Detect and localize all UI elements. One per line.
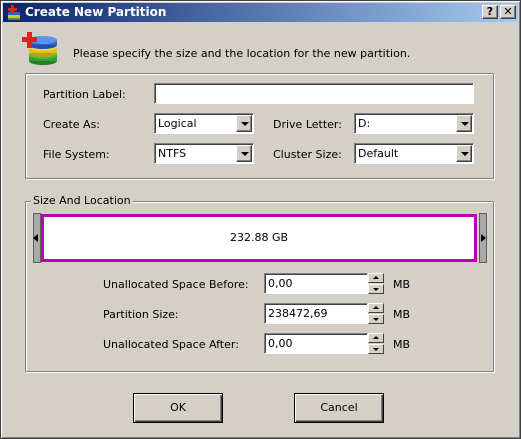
unallocated-before-input[interactable]: 0,00 (264, 273, 368, 294)
create-as-value: Logical (158, 117, 197, 130)
chevron-down-icon[interactable] (236, 115, 252, 132)
partition-size-label: Partition Size: (103, 308, 179, 321)
drive-letter-value: D: (358, 117, 371, 130)
drive-letter-select[interactable]: D: (354, 113, 474, 134)
cluster-size-select[interactable]: Default (354, 143, 474, 164)
spin-down-icon[interactable] (368, 284, 384, 294)
partition-label-input[interactable] (154, 83, 474, 104)
unallocated-after-value: 0,00 (268, 337, 293, 350)
chevron-down-icon[interactable] (236, 145, 252, 162)
chevron-down-icon[interactable] (456, 115, 472, 132)
intro-text: Please specify the size and the location… (73, 47, 411, 60)
size-location-legend: Size And Location (31, 194, 133, 207)
left-resize-handle[interactable] (33, 213, 41, 263)
new-partition-icon (22, 32, 57, 65)
cluster-size-label: Cluster Size: (273, 148, 342, 161)
spin-down-icon[interactable] (368, 344, 384, 354)
unallocated-before-label: Unallocated Space Before: (103, 278, 249, 291)
spin-up-icon[interactable] (368, 273, 384, 283)
unallocated-after-unit: MB (393, 338, 411, 351)
drive-letter-label: Drive Letter: (273, 118, 342, 131)
chevron-down-icon[interactable] (456, 145, 472, 162)
spin-up-icon[interactable] (368, 333, 384, 343)
spin-down-icon[interactable] (368, 314, 384, 324)
partition-map: 232.88 GB (33, 213, 487, 263)
window-title: Create New Partition (25, 5, 167, 19)
close-button[interactable]: ✕ (500, 5, 516, 19)
right-resize-handle[interactable] (479, 213, 487, 263)
unallocated-after-input[interactable]: 0,00 (264, 333, 368, 354)
file-system-value: NTFS (158, 147, 187, 160)
file-system-label: File System: (43, 148, 110, 161)
create-as-select[interactable]: Logical (154, 113, 254, 134)
unallocated-before-stepper[interactable]: 0,00 (264, 273, 384, 294)
spin-up-icon[interactable] (368, 303, 384, 313)
unallocated-before-unit: MB (393, 278, 411, 291)
partition-app-icon (8, 5, 20, 20)
create-partition-dialog: Create New Partition ? ✕ Please specify … (0, 0, 521, 439)
cluster-size-value: Default (358, 147, 399, 160)
help-button[interactable]: ? (482, 5, 498, 19)
unallocated-after-label: Unallocated Space After: (103, 338, 239, 351)
file-system-select[interactable]: NTFS (154, 143, 254, 164)
unallocated-before-value: 0,00 (268, 277, 293, 290)
partition-label-label: Partition Label: (43, 88, 126, 101)
partition-size-unit: MB (393, 308, 411, 321)
create-as-label: Create As: (43, 118, 101, 131)
partition-size-value: 238472,69 (268, 307, 328, 320)
partition-block[interactable]: 232.88 GB (41, 214, 477, 262)
cancel-button[interactable]: Cancel (294, 393, 384, 423)
partition-size-stepper[interactable]: 238472,69 (264, 303, 384, 324)
partition-size-input[interactable]: 238472,69 (264, 303, 368, 324)
title-bar[interactable]: Create New Partition ? ✕ (3, 3, 518, 22)
unallocated-after-stepper[interactable]: 0,00 (264, 333, 384, 354)
ok-button[interactable]: OK (133, 393, 223, 423)
